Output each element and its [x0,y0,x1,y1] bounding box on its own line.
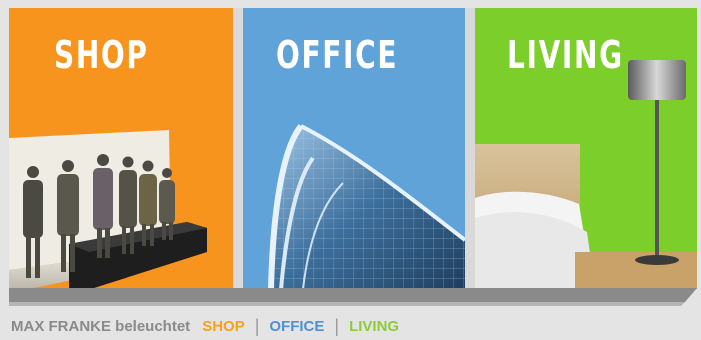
living-panel[interactable]: LIVING [475,8,697,289]
office-panel[interactable]: OFFICE [243,8,465,289]
office-title: OFFICE [276,33,399,77]
footer-link-shop[interactable]: SHOP [202,318,245,335]
hero-banner: SHOP OFFICE LIVING [9,8,697,289]
living-title: LIVING [507,33,624,77]
decorative-strip [9,288,697,306]
footer-nav: MAX FRANKE beleuchtet SHOP | OFFICE | LI… [11,315,399,337]
footer-separator: | [254,315,260,336]
shop-title: SHOP [54,33,149,77]
footer-separator: | [334,315,340,336]
footer-brand-text: MAX FRANKE beleuchtet [11,317,191,335]
footer-link-living[interactable]: LIVING [349,318,399,335]
shop-panel[interactable]: SHOP [9,8,233,289]
footer-link-office[interactable]: OFFICE [269,318,324,335]
